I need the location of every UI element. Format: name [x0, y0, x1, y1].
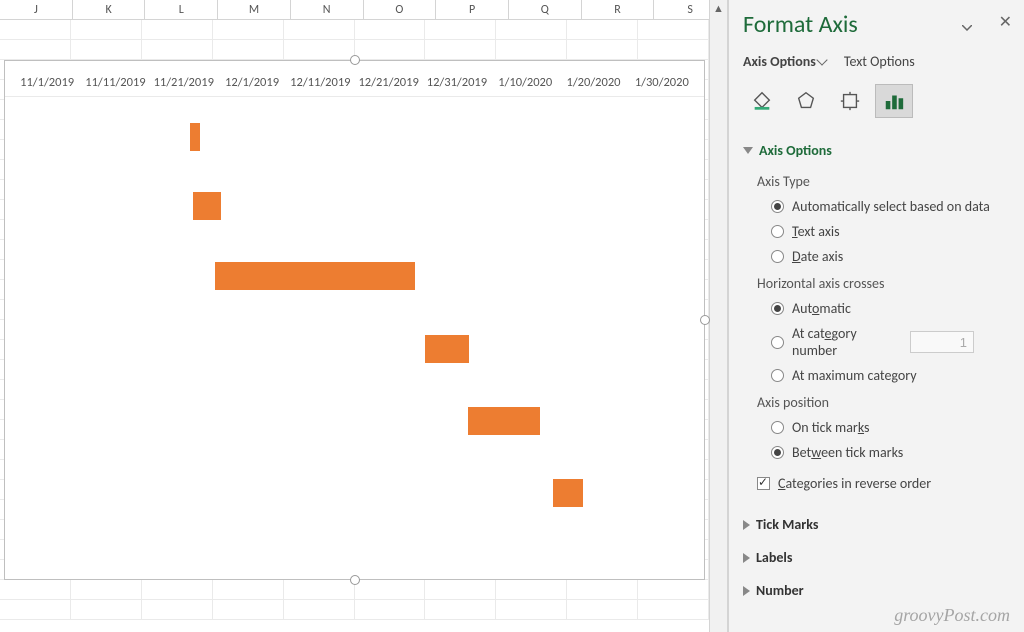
close-icon[interactable]: ✕ [999, 12, 1012, 32]
radio-label: Automatically select based on data [792, 198, 990, 215]
column-headers: J K L M N O P Q R S [0, 0, 727, 20]
radio-text-axis[interactable]: Text axis [757, 219, 1010, 244]
scroll-up-icon[interactable]: ▲ [710, 0, 727, 18]
radio-label: At maximum category [792, 367, 917, 384]
tab-label: Axis Options [743, 53, 816, 70]
col-header[interactable]: O [364, 0, 437, 19]
checkbox-icon [757, 477, 770, 490]
axis-tick-label: 12/1/2019 [218, 75, 286, 90]
radio-label: Date axis [792, 248, 843, 265]
col-header[interactable]: J [0, 0, 73, 19]
worksheet: J K L M N O P Q R S [0, 0, 728, 632]
radio-label: Text axis [792, 223, 840, 240]
radio-icon [771, 336, 784, 349]
section-axis-options[interactable]: Axis Options [743, 138, 1010, 163]
col-header[interactable]: N [291, 0, 364, 19]
axis-tick-label: 1/10/2020 [491, 75, 559, 90]
section-label: Number [756, 582, 804, 599]
chart-bar[interactable] [193, 192, 221, 220]
radio-crosses-auto[interactable]: Automatic [757, 296, 1010, 321]
radio-on-tick[interactable]: On tick marks [757, 415, 1010, 440]
resize-handle-bottom[interactable] [350, 575, 360, 585]
section-label: Labels [756, 549, 792, 566]
radio-label: Between tick marks [792, 444, 903, 461]
resize-handle-top[interactable] [350, 55, 360, 65]
chart-bar[interactable] [553, 479, 583, 507]
radio-icon [771, 250, 784, 263]
expand-icon [743, 586, 750, 596]
effects-icon[interactable] [787, 84, 825, 118]
section-labels[interactable]: Labels [743, 545, 1010, 570]
section-tick-marks[interactable]: Tick Marks [743, 512, 1010, 537]
expand-icon [743, 520, 750, 530]
radio-icon [771, 446, 784, 459]
chart-plot-area[interactable] [5, 97, 704, 567]
col-header[interactable]: P [436, 0, 509, 19]
col-header[interactable]: K [73, 0, 146, 19]
col-header[interactable]: Q [509, 0, 582, 19]
radio-label: At category number [792, 325, 902, 359]
axis-tick-label: 1/20/2020 [559, 75, 627, 90]
category-number-input[interactable] [910, 331, 974, 353]
axis-type-label: Axis Type [757, 167, 1010, 194]
axis-tick-label: 12/31/2019 [423, 75, 491, 90]
col-header[interactable]: M [218, 0, 291, 19]
radio-label: On tick marks [792, 419, 870, 436]
section-label: Tick Marks [756, 516, 818, 533]
chart-bar[interactable] [468, 407, 540, 435]
radio-label: Automatic [792, 300, 851, 317]
collapse-icon [743, 147, 753, 154]
crosses-label: Horizontal axis crosses [757, 269, 1010, 296]
axis-options-icon[interactable] [875, 84, 913, 118]
axis-tick-label: 12/11/2019 [286, 75, 354, 90]
radio-icon [771, 421, 784, 434]
section-label: Axis Options [759, 142, 832, 159]
fill-line-icon[interactable] [743, 84, 781, 118]
radio-between-tick[interactable]: Between tick marks [757, 440, 1010, 465]
radio-date-axis[interactable]: Date axis [757, 244, 1010, 269]
radio-icon [771, 200, 784, 213]
chart-bar[interactable] [215, 262, 415, 290]
radio-crosses-cat-num[interactable]: At category number [757, 321, 1010, 363]
axis-tick-label: 11/1/2019 [13, 75, 81, 90]
tab-text-options[interactable]: Text Options [844, 53, 915, 70]
tab-axis-options[interactable]: Axis Options [743, 53, 826, 70]
axis-tick-label: 11/21/2019 [150, 75, 218, 90]
checkbox-label: Categories in reverse order [778, 475, 931, 492]
col-header[interactable]: R [582, 0, 655, 19]
panel-options-icon[interactable] [962, 18, 972, 35]
expand-icon [743, 553, 750, 563]
axis-tick-label: 1/30/2020 [628, 75, 696, 90]
chevron-down-icon [816, 54, 827, 65]
chart-bar[interactable] [190, 123, 200, 151]
radio-auto-select[interactable]: Automatically select based on data [757, 194, 1010, 219]
axis-position-label: Axis position [757, 388, 1010, 415]
radio-icon [771, 225, 784, 238]
chart-bar[interactable] [425, 335, 469, 363]
radio-crosses-max[interactable]: At maximum category [757, 363, 1010, 388]
checkbox-reverse-order[interactable]: Categories in reverse order [757, 471, 1010, 496]
format-axis-panel: Format Axis ✕ Axis Options Text Options [728, 0, 1024, 632]
chart-x-axis: 11/1/2019 11/11/2019 11/21/2019 12/1/201… [5, 61, 704, 97]
axis-tick-label: 11/11/2019 [81, 75, 149, 90]
radio-icon [771, 302, 784, 315]
gantt-chart[interactable]: 11/1/2019 11/11/2019 11/21/2019 12/1/201… [4, 60, 705, 580]
col-header[interactable]: L [145, 0, 218, 19]
size-properties-icon[interactable] [831, 84, 869, 118]
axis-tick-label: 12/21/2019 [354, 75, 422, 90]
vertical-scrollbar[interactable]: ▲ [709, 0, 727, 632]
radio-icon [771, 369, 784, 382]
section-number[interactable]: Number [743, 578, 1010, 603]
